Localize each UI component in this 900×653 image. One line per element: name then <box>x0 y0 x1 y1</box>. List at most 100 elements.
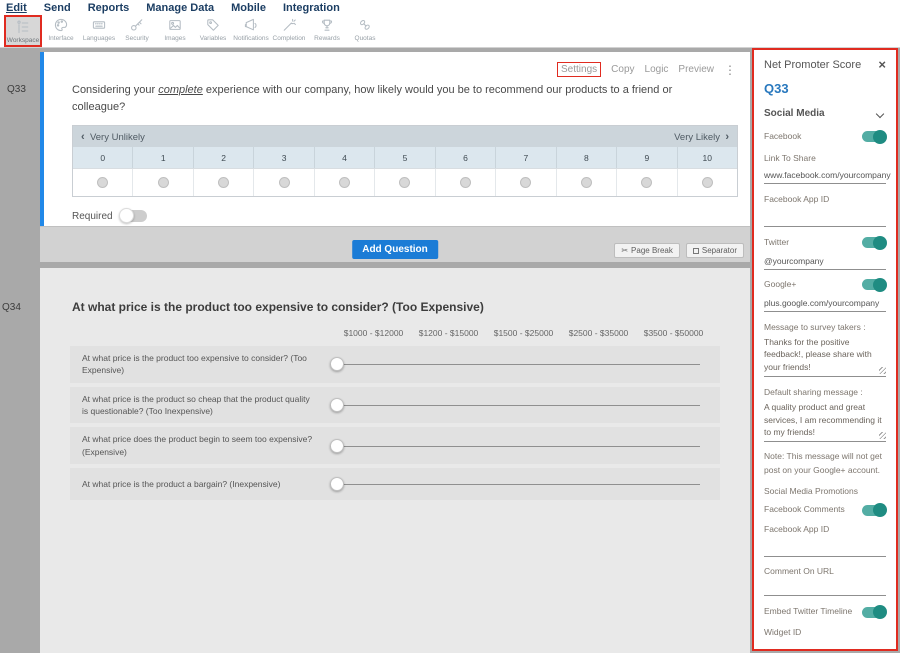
slider-track <box>330 484 700 485</box>
close-icon[interactable]: × <box>878 58 886 71</box>
required-toggle[interactable] <box>121 210 147 222</box>
toggle-knob <box>873 605 887 619</box>
slider-row-label: At what price does the product begin to … <box>82 433 330 458</box>
resize-grip-icon[interactable] <box>879 367 886 374</box>
facebook-toggle[interactable] <box>862 131 886 142</box>
social-media-section-header[interactable]: Social Media <box>764 108 886 119</box>
preview-button[interactable]: Preview <box>678 64 714 75</box>
chevron-right-icon[interactable]: › <box>725 131 729 143</box>
column-header: $2500 - $35000 <box>561 328 636 338</box>
toolbar-notifications-button[interactable]: Notifications <box>232 15 270 47</box>
nps-radio-row <box>73 168 737 196</box>
twitter-label: Twitter <box>764 237 789 249</box>
toolbar-languages-button[interactable]: Languages <box>80 15 118 47</box>
toolbar-interface-button[interactable]: Interface <box>42 15 80 47</box>
workspace-icon <box>15 19 31 35</box>
scale-left-label: Very Unlikely <box>90 132 145 143</box>
nps-radio-cell <box>678 169 737 196</box>
radio-button[interactable] <box>158 177 169 188</box>
menu-integration[interactable]: Integration <box>283 2 340 14</box>
facebook-app-id-2-input[interactable] <box>764 541 886 557</box>
radio-button[interactable] <box>460 177 471 188</box>
slider-handle[interactable] <box>330 477 344 491</box>
slider-handle[interactable] <box>330 439 344 453</box>
question-card-q34: At what price is the product too expensi… <box>40 268 750 653</box>
toolbar-label: Languages <box>83 35 115 42</box>
toolbar-workspace-button[interactable]: Workspace <box>4 15 42 47</box>
radio-button[interactable] <box>97 177 108 188</box>
radio-button[interactable] <box>339 177 350 188</box>
menu-mobile[interactable]: Mobile <box>231 2 266 14</box>
q34-title[interactable]: At what price is the product too expensi… <box>72 300 750 314</box>
page-break-button[interactable]: ✂Page Break <box>614 243 680 258</box>
facebook-row: Facebook <box>764 131 886 143</box>
twitter-toggle[interactable] <box>862 237 886 248</box>
menu-edit[interactable]: Edit <box>6 2 27 14</box>
toolbar-completion-button[interactable]: Completion <box>270 15 308 47</box>
slider-handle[interactable] <box>330 398 344 412</box>
slider-handle[interactable] <box>330 357 344 371</box>
nps-number: 1 <box>133 147 193 168</box>
facebook-comments-toggle[interactable] <box>862 505 886 516</box>
toolbar-label: Notifications <box>233 35 268 42</box>
resize-grip-icon[interactable] <box>879 432 886 439</box>
trophy-icon <box>319 17 335 33</box>
page-break-label: Page Break <box>631 246 673 255</box>
megaphone-icon <box>243 17 259 33</box>
comment-on-url-input[interactable] <box>764 583 886 596</box>
radio-button[interactable] <box>279 177 290 188</box>
sharing-textarea[interactable]: A quality product and great services, I … <box>764 401 886 442</box>
google-plus-input[interactable]: plus.google.com/yourcompany <box>764 298 886 312</box>
radio-button[interactable] <box>702 177 713 188</box>
menu-send[interactable]: Send <box>44 2 71 14</box>
radio-button[interactable] <box>520 177 531 188</box>
social-media-promotions-label: Social Media Promotions <box>764 486 886 496</box>
chevron-down-icon[interactable] <box>876 109 884 117</box>
question-text-pre: Considering your <box>72 84 158 96</box>
logic-button[interactable]: Logic <box>645 64 669 75</box>
radio-button[interactable] <box>218 177 229 188</box>
radio-button[interactable] <box>399 177 410 188</box>
embed-twitter-toggle[interactable] <box>862 607 886 618</box>
toolbar-security-button[interactable]: Security <box>118 15 156 47</box>
twitter-handle-input[interactable]: @yourcompany <box>764 256 886 270</box>
nps-number: 6 <box>436 147 496 168</box>
band-right-buttons: ✂Page Break Separator <box>614 243 744 258</box>
slider-track <box>330 446 700 447</box>
add-question-button[interactable]: Add Question <box>352 240 438 259</box>
message-textarea[interactable]: Thanks for the positive feedback!, pleas… <box>764 336 886 377</box>
nps-radio-cell <box>254 169 314 196</box>
facebook-label: Facebook <box>764 131 801 143</box>
panel-header: Net Promoter Score × <box>764 58 886 71</box>
question-text[interactable]: Considering your complete experience wit… <box>72 82 710 116</box>
slider <box>330 439 700 453</box>
menu-reports[interactable]: Reports <box>88 2 130 14</box>
toolbar-quotas-button[interactable]: Quotas <box>346 15 384 47</box>
copy-button[interactable]: Copy <box>611 64 634 75</box>
more-options-icon[interactable]: ⋮ <box>724 63 736 77</box>
panel-question-id: Q33 <box>764 81 886 96</box>
toolbar-label: Quotas <box>355 35 376 42</box>
scale-right-label: Very Likely <box>674 132 720 143</box>
comment-on-url-label: Comment On URL <box>764 566 886 576</box>
toolbar-images-button[interactable]: Images <box>156 15 194 47</box>
menu-manage-data[interactable]: Manage Data <box>146 2 214 14</box>
link-to-share-input[interactable]: www.facebook.com/yourcompany <box>764 170 886 184</box>
message-to-survey-takers-label: Message to survey takers : <box>764 322 886 332</box>
facebook-app-id-input[interactable] <box>764 211 886 227</box>
separator-button[interactable]: Separator <box>686 243 744 258</box>
toolbar-rewards-button[interactable]: Rewards <box>308 15 346 47</box>
radio-button[interactable] <box>581 177 592 188</box>
message-text: Thanks for the positive feedback!, pleas… <box>764 337 872 373</box>
nps-scale: ‹ Very Unlikely Very Likely › 0 1 2 3 4 … <box>72 125 738 197</box>
radio-button[interactable] <box>641 177 652 188</box>
google-plus-toggle[interactable] <box>862 279 886 290</box>
toolbar-variables-button[interactable]: Variables <box>194 15 232 47</box>
widget-id-input[interactable] <box>764 644 886 651</box>
settings-button[interactable]: Settings <box>557 62 601 77</box>
slider-row-label: At what price is the product a bargain? … <box>82 478 330 490</box>
separator-label: Separator <box>702 246 737 255</box>
required-label: Required <box>72 211 113 222</box>
chevron-left-icon[interactable]: ‹ <box>81 131 85 143</box>
scale-right: Very Likely › <box>674 131 729 143</box>
